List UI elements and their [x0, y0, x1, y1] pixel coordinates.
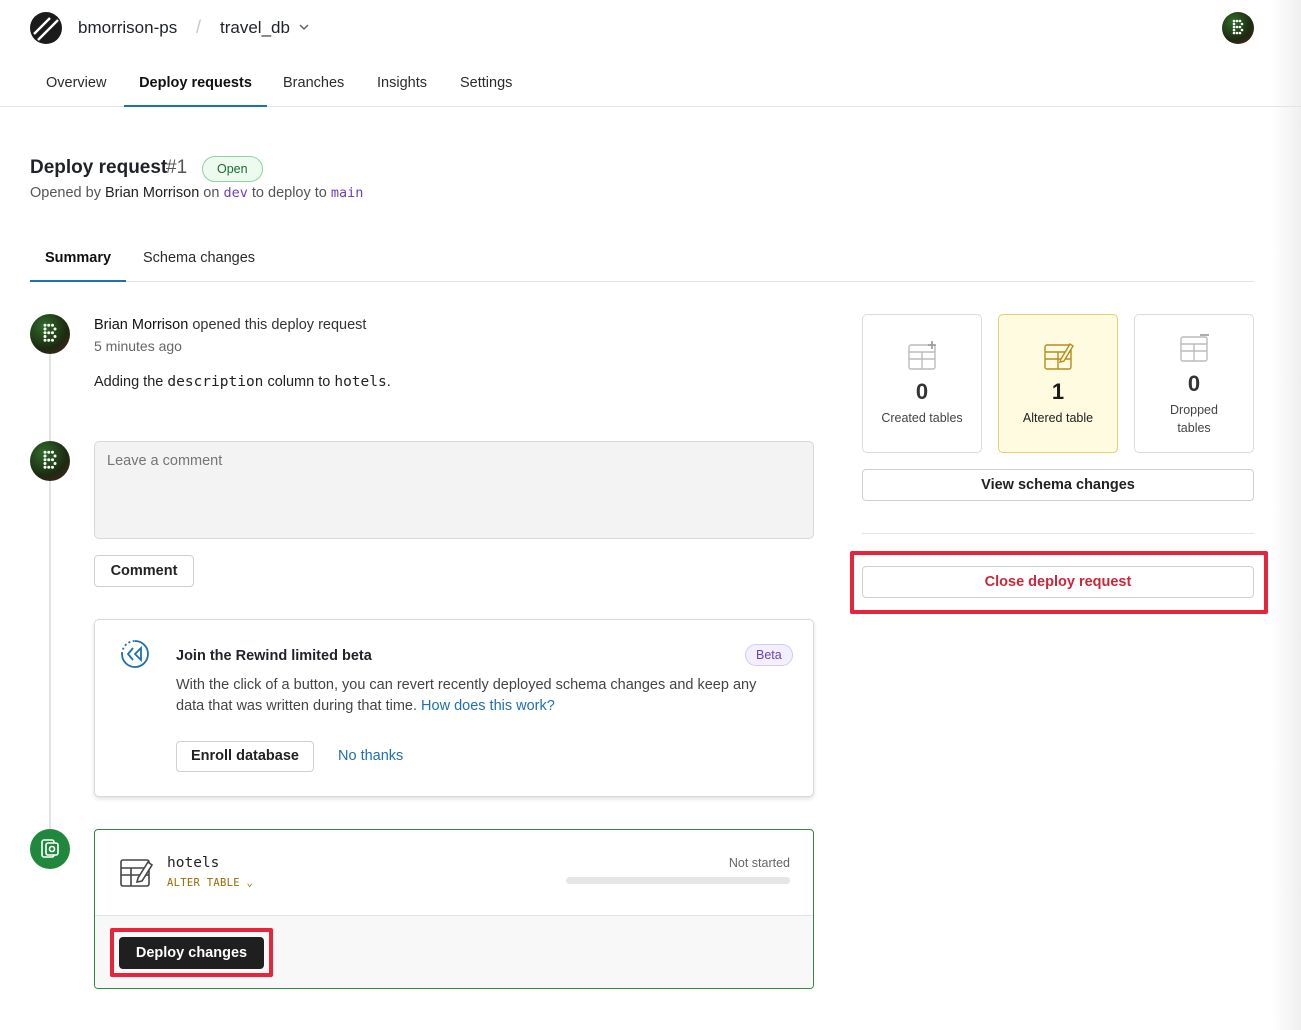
highlight-box-deploy	[110, 928, 273, 977]
author-name[interactable]: Brian Morrison	[105, 185, 199, 201]
timeline-line	[49, 330, 51, 830]
tab-schema-changes[interactable]: Schema changes	[143, 240, 255, 282]
operation-toggle[interactable]: ALTER TABLE ⌄	[167, 877, 253, 889]
commenter-avatar[interactable]	[30, 441, 70, 481]
request-subtitle: Opened by Brian Morrison on dev to deplo…	[30, 185, 363, 201]
altered-tables-card: 1 Altered table	[998, 314, 1118, 453]
planetscale-logo-icon[interactable]	[30, 12, 62, 44]
event-description: Adding the description column to hotels.	[94, 374, 391, 390]
deploy-progress-bar	[566, 877, 790, 884]
top-bar: bmorrison-ps / travel_db	[0, 0, 1301, 56]
sub-nav: Summary Schema changes	[30, 240, 1254, 282]
beta-badge: Beta	[745, 644, 793, 666]
event-summary: Brian Morrison opened this deploy reques…	[94, 317, 366, 333]
request-number: #1	[166, 157, 188, 178]
no-thanks-link[interactable]: No thanks	[338, 748, 403, 764]
deploy-to-label: to deploy to	[251, 185, 327, 201]
nav-tab-branches[interactable]: Branches	[283, 62, 344, 107]
nav-tab-insights[interactable]: Insights	[377, 62, 427, 107]
nav-tab-overview[interactable]: Overview	[46, 62, 106, 107]
status-badge: Open	[202, 156, 263, 182]
event-timestamp: 5 minutes ago	[94, 338, 182, 354]
edit-table-icon	[1044, 343, 1074, 370]
desc-text: column to	[267, 374, 331, 390]
deploy-table-row: hotels ALTER TABLE ⌄ Not started	[95, 830, 813, 916]
view-schema-changes-button[interactable]: View schema changes	[862, 469, 1254, 501]
table-name: hotels	[167, 855, 220, 871]
user-avatar[interactable]	[1222, 12, 1254, 44]
add-table-icon	[908, 341, 936, 370]
desc-column-code: description	[167, 374, 264, 390]
rewind-beta-card: Join the Rewind limited beta Beta With t…	[94, 619, 814, 797]
breadcrumb-separator: /	[196, 17, 202, 37]
comment-input[interactable]	[94, 441, 814, 539]
how-does-this-work-link[interactable]: How does this work?	[421, 698, 555, 714]
event-author-avatar[interactable]	[30, 314, 70, 354]
dropped-label-line2: tables	[1177, 421, 1211, 435]
created-label: Created tables	[881, 411, 963, 425]
deploy-icon	[30, 829, 70, 869]
chevron-down-icon[interactable]	[298, 21, 310, 33]
desc-text: Adding the	[94, 374, 164, 390]
nav-tab-deploy-requests[interactable]: Deploy requests	[124, 62, 267, 107]
main-nav: Overview Deploy requests Branches Insigh…	[0, 62, 1301, 107]
divider	[862, 533, 1254, 534]
database-breadcrumb[interactable]: travel_db	[220, 18, 290, 38]
org-breadcrumb[interactable]: bmorrison-ps	[78, 18, 177, 38]
source-branch-link[interactable]: dev	[223, 185, 247, 201]
rewind-icon	[121, 640, 149, 668]
chevron-down-icon: ⌄	[246, 877, 254, 889]
tab-summary[interactable]: Summary	[30, 240, 126, 282]
enroll-database-button[interactable]: Enroll database	[176, 741, 314, 772]
desc-text: .	[386, 374, 391, 390]
on-label: on	[203, 185, 220, 201]
page-edge-shadow	[1272, 0, 1301, 1030]
edit-table-icon	[120, 859, 153, 887]
comment-button[interactable]: Comment	[94, 555, 194, 587]
rewind-title: Join the Rewind limited beta	[176, 648, 372, 664]
rewind-description: With the click of a button, you can reve…	[176, 675, 786, 717]
dropped-label-line1: Dropped	[1170, 403, 1218, 417]
target-branch-link[interactable]: main	[331, 185, 364, 201]
created-count: 0	[915, 379, 929, 404]
event-author-name[interactable]: Brian Morrison	[94, 317, 188, 333]
opened-by-label: Opened by	[30, 185, 101, 201]
operation-label: ALTER TABLE	[167, 877, 240, 889]
remove-table-icon	[1180, 334, 1209, 362]
altered-label: Altered table	[1022, 411, 1094, 425]
highlight-box-close	[850, 551, 1268, 614]
desc-table-code: hotels	[334, 374, 387, 390]
event-action: opened this deploy request	[192, 317, 367, 333]
page-title: Deploy request	[30, 157, 168, 178]
dropped-tables-card: 0 Dropped tables	[1134, 314, 1254, 453]
deploy-status: Not started	[728, 856, 790, 870]
created-tables-card: 0 Created tables	[862, 314, 982, 453]
dropped-count: 0	[1187, 371, 1201, 396]
altered-count: 1	[1051, 379, 1065, 404]
nav-tab-settings[interactable]: Settings	[460, 62, 512, 107]
